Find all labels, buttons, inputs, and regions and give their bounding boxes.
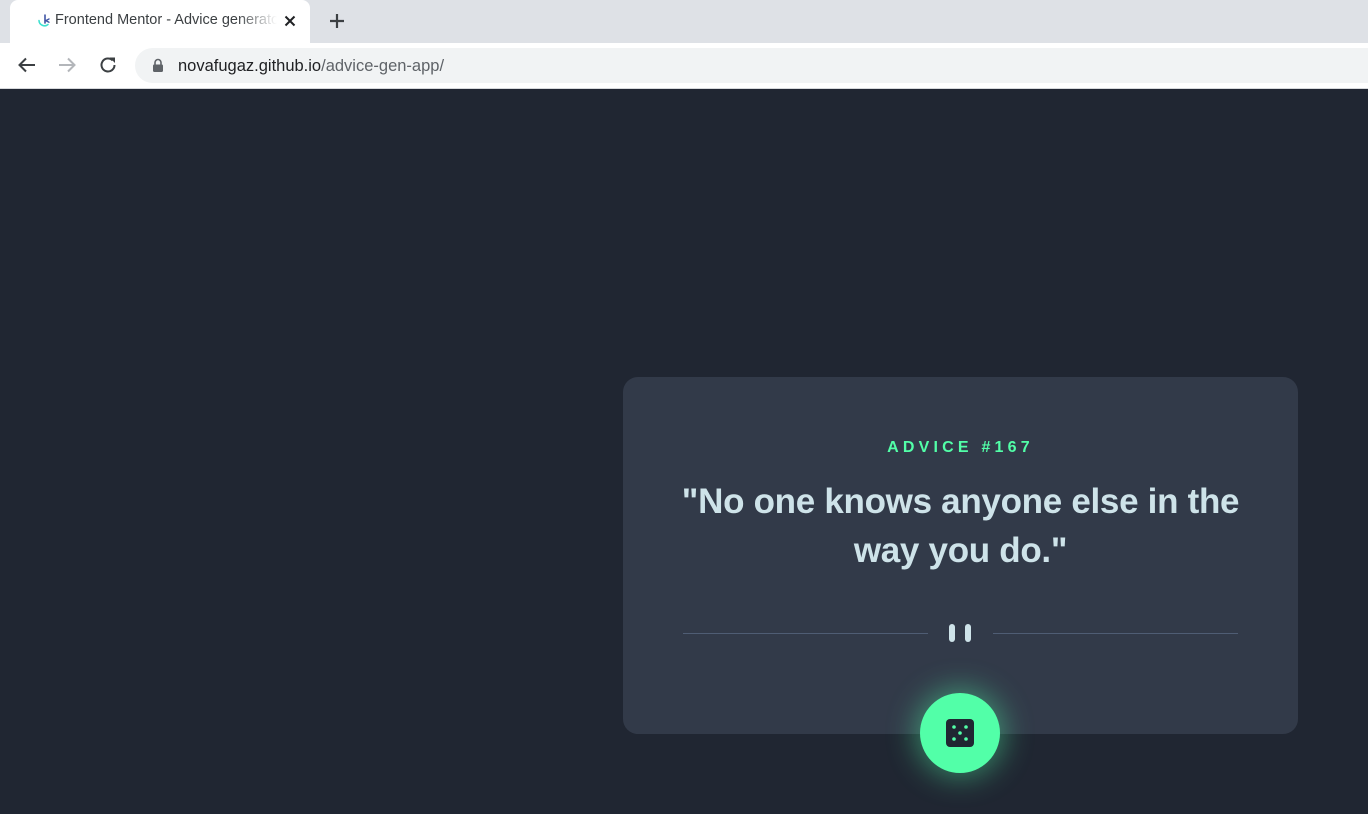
new-advice-button[interactable] [920, 693, 1000, 773]
address-bar[interactable]: novafugaz.github.io/advice-gen-app/ [135, 48, 1368, 83]
arrow-right-icon[interactable] [56, 54, 78, 76]
lock-icon[interactable] [151, 58, 165, 73]
divider-line-right [993, 633, 1238, 634]
advice-heading: ADVICE #167 [887, 439, 1034, 456]
page-content: ADVICE #167 "No one knows anyone else in… [0, 89, 1368, 814]
pause-icon [949, 624, 971, 642]
plus-icon[interactable] [327, 11, 347, 31]
tab-title: Frontend Mentor - Advice generator app [55, 12, 277, 28]
advice-card: ADVICE #167 "No one knows anyone else in… [623, 377, 1298, 734]
frontend-mentor-icon [38, 14, 50, 27]
close-icon[interactable] [282, 13, 298, 29]
url-path: /advice-gen-app/ [321, 57, 445, 75]
url-text: novafugaz.github.io/advice-gen-app/ [178, 57, 444, 76]
url-host: novafugaz.github.io [178, 57, 322, 75]
advice-quote: "No one knows anyone else in the way you… [681, 482, 1240, 570]
browser-toolbar: novafugaz.github.io/advice-gen-app/ [0, 43, 1368, 89]
divider-line-left [683, 633, 928, 634]
browser-tab[interactable]: Frontend Mentor - Advice generator app [10, 0, 310, 43]
dice-icon [946, 719, 974, 747]
reload-icon[interactable] [97, 54, 119, 76]
arrow-left-icon[interactable] [16, 54, 38, 76]
tab-strip: Frontend Mentor - Advice generator app [0, 0, 1368, 43]
